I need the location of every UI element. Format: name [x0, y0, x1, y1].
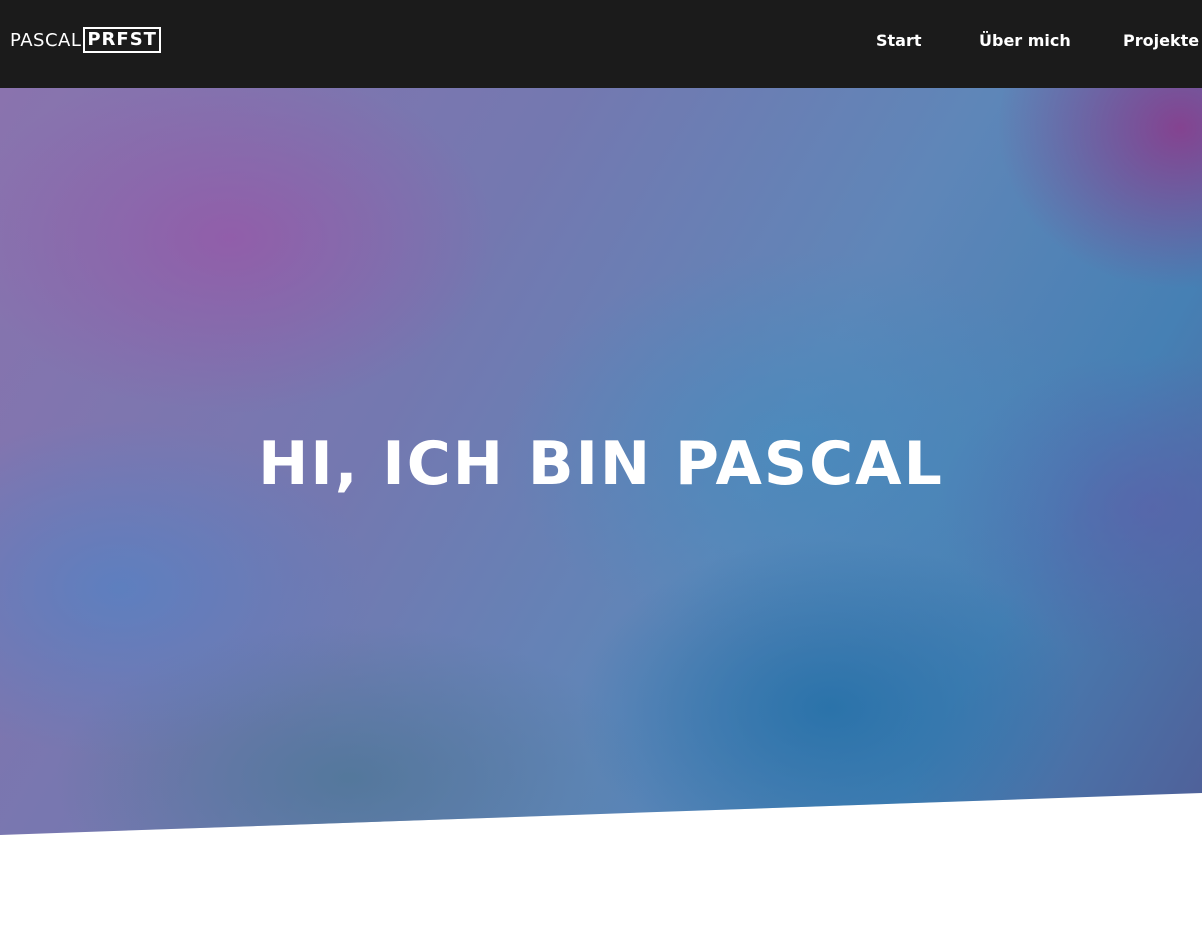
logo-first-name: PASCAL [10, 29, 82, 51]
nav-link-start[interactable]: Start [876, 30, 922, 52]
hero-heading: HI, ICH BIN PASCAL [258, 429, 944, 499]
nav-link-about[interactable]: Über mich [979, 30, 1071, 52]
nav-link-projects[interactable]: Projekte [1123, 30, 1199, 52]
logo-boxed-name: PRFST [83, 27, 161, 53]
hero-section: HI, ICH BIN PASCAL [0, 88, 1202, 835]
site-logo[interactable]: PASCAL PRFST [10, 27, 161, 53]
top-navbar: PASCAL PRFST Start Über mich Projekte [0, 0, 1202, 88]
